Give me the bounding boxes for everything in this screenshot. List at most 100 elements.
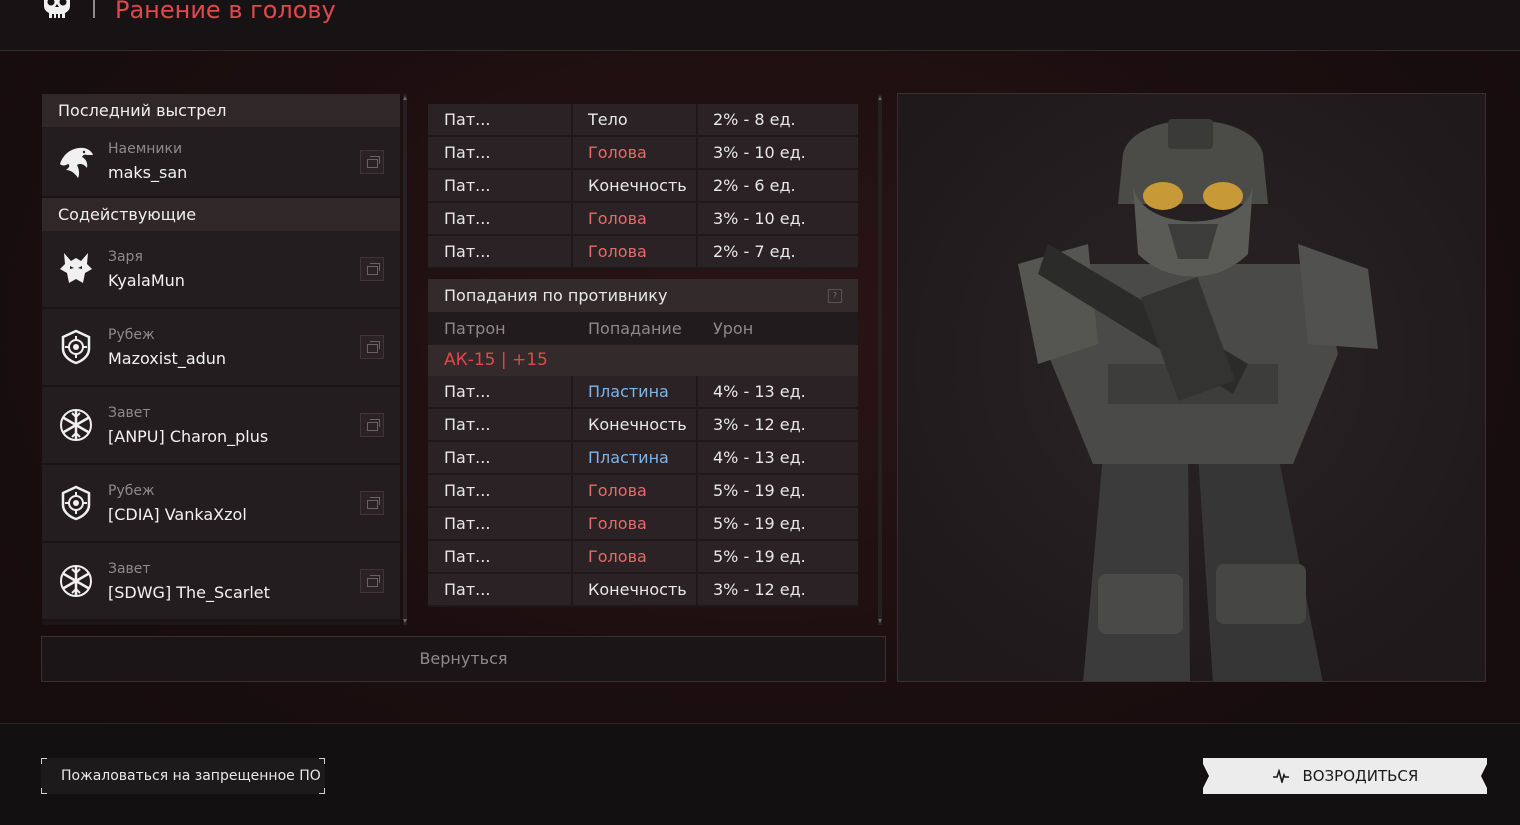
back-button[interactable]: Вернуться: [41, 636, 886, 682]
table-row: Пат... Голова 3% - 10 ед.: [428, 203, 858, 236]
hit-cell: Голова: [588, 209, 647, 228]
weapon-name: АК-15 | +15: [428, 345, 858, 376]
damage-cell: 2% - 6 ед.: [713, 176, 796, 195]
table-row: Пат... Голова 5% - 19 ед.: [428, 475, 858, 508]
hits-on-enemy-title: Попадания по противнику: [444, 286, 668, 305]
ammo-cell: Пат...: [444, 514, 491, 533]
assist-faction: Завет: [108, 561, 151, 577]
copy-name-button[interactable]: [360, 413, 384, 437]
damage-cell: 5% - 19 ед.: [713, 547, 806, 566]
hit-cell: Конечность: [588, 415, 687, 434]
pulse-icon: [1272, 768, 1289, 785]
hit-cell: Пластина: [588, 448, 669, 467]
table-row: Пат... Конечность 2% - 6 ед.: [428, 170, 858, 203]
damage-cell: 3% - 12 ед.: [713, 415, 806, 434]
table-row: Пат... Пластина 4% - 13 ед.: [428, 376, 858, 409]
hit-cell: Голова: [588, 547, 647, 566]
hits-on-enemy-header: Попадания по противнику ?: [428, 279, 858, 312]
table-row: Пат... Тело 2% - 8 ед.: [428, 104, 858, 137]
middle-scrollbar[interactable]: [878, 94, 882, 625]
ammo-cell: Пат...: [444, 176, 491, 195]
hit-cell: Конечность: [588, 176, 687, 195]
assist-row[interactable]: Завет [ANPU] Charon_plus: [42, 387, 400, 465]
killer-row[interactable]: Наемники maks_san: [42, 127, 400, 198]
table-row: Пат... Пластина 4% - 13 ед.: [428, 442, 858, 475]
scroll-down-arrow[interactable]: [878, 619, 882, 623]
table-row: Пат... Голова 2% - 7 ед.: [428, 236, 858, 269]
assists-header: Содействующие: [42, 198, 400, 231]
eagle-icon: [60, 147, 93, 178]
hit-cell: Тело: [588, 110, 628, 129]
hits-on-enemy-table: Попадания по противнику ? Патрон Попадан…: [428, 279, 858, 607]
shield-target-icon: [61, 485, 91, 521]
killer-name: maks_san: [108, 163, 188, 182]
scroll-up-arrow[interactable]: [403, 96, 407, 100]
assist-row[interactable]: Завет [SDWG] The_Scarlet: [42, 543, 400, 621]
snowflake-emblem-icon: [60, 565, 92, 597]
damage-cell: 4% - 13 ед.: [713, 382, 806, 401]
killer-panel[interactable]: Последний выстрел Наемники maks_san Соде…: [42, 94, 400, 625]
copy-name-button[interactable]: [360, 569, 384, 593]
respawn-button[interactable]: ВОЗРОДИТЬСЯ: [1203, 758, 1487, 794]
hit-cell: Голова: [588, 514, 647, 533]
copy-name-button[interactable]: [360, 149, 384, 174]
snowflake-emblem-icon: [60, 409, 92, 441]
report-cheating-button[interactable]: Пожаловаться на запрещенное ПО: [41, 758, 325, 794]
column-hit: Попадание: [588, 319, 682, 338]
assist-row[interactable]: Заря KyalaMun: [42, 231, 400, 309]
killer-character-preview: [897, 93, 1486, 682]
ammo-cell: Пат...: [444, 580, 491, 599]
assist-name: [CDIA] VankaXzol: [108, 505, 247, 524]
scroll-down-arrow[interactable]: [403, 619, 407, 623]
damage-cell: 5% - 19 ед.: [713, 514, 806, 533]
column-damage: Урон: [713, 319, 754, 338]
damage-cell: 4% - 13 ед.: [713, 448, 806, 467]
column-headers: Патрон Попадание Урон: [428, 312, 858, 345]
assist-faction: Рубеж: [108, 327, 155, 343]
assist-name: Mazoxist_adun: [108, 349, 227, 368]
damage-cell: 3% - 12 ед.: [713, 580, 806, 599]
copy-name-button[interactable]: [360, 491, 384, 515]
copy-name-button[interactable]: [360, 335, 384, 359]
damage-cell: 3% - 10 ед.: [713, 143, 806, 162]
column-ammo: Патрон: [444, 319, 506, 338]
top-bar: Ранение в голову: [0, 0, 1520, 51]
hit-cell: Голова: [588, 143, 647, 162]
ammo-cell: Пат...: [444, 547, 491, 566]
hit-cell: Голова: [588, 481, 647, 500]
hit-cell: Пластина: [588, 382, 669, 401]
armored-soldier-image: [898, 94, 1485, 681]
assist-faction: Заря: [108, 249, 143, 265]
report-button-label: Пожаловаться на запрещенное ПО: [61, 768, 321, 784]
ammo-cell: Пат...: [444, 481, 491, 500]
ammo-cell: Пат...: [444, 382, 491, 401]
assist-name: KyalaMun: [108, 271, 185, 290]
table-row: Пат... Голова 3% - 10 ед.: [428, 137, 858, 170]
ammo-cell: Пат...: [444, 143, 491, 162]
copy-name-button[interactable]: [360, 257, 384, 281]
hit-cell: Конечность: [588, 580, 687, 599]
assist-row[interactable]: Рубеж Mazoxist_adun: [42, 309, 400, 387]
table-row: Пат... Голова 5% - 19 ед.: [428, 508, 858, 541]
assist-name: [ANPU] Charon_plus: [108, 427, 269, 446]
ammo-cell: Пат...: [444, 110, 491, 129]
left-scrollbar[interactable]: [403, 94, 407, 625]
last-shot-header: Последний выстрел: [42, 94, 400, 127]
hit-cell: Голова: [588, 242, 647, 261]
ammo-cell: Пат...: [444, 209, 491, 228]
respawn-button-label: ВОЗРОДИТЬСЯ: [1302, 767, 1419, 785]
ammo-cell: Пат...: [444, 448, 491, 467]
assist-row[interactable]: Рубеж [CDIA] VankaXzol: [42, 465, 400, 543]
damage-taken-table: Пат... Тело 2% - 8 ед. Пат... Голова 3% …: [428, 104, 858, 269]
assist-faction: Завет: [108, 405, 151, 421]
damage-cell: 2% - 7 ед.: [713, 242, 796, 261]
wolf-icon: [60, 253, 92, 283]
damage-cell: 2% - 8 ед.: [713, 110, 796, 129]
help-icon[interactable]: ?: [828, 289, 842, 303]
damage-panel[interactable]: Пат... Тело 2% - 8 ед. Пат... Голова 3% …: [414, 94, 886, 625]
killer-faction: Наемники: [108, 141, 183, 157]
shield-target-icon: [61, 329, 91, 365]
scroll-up-arrow[interactable]: [878, 96, 882, 100]
table-row: Пат... Конечность 3% - 12 ед.: [428, 409, 858, 442]
table-row: Пат... Конечность 3% - 12 ед.: [428, 574, 858, 607]
